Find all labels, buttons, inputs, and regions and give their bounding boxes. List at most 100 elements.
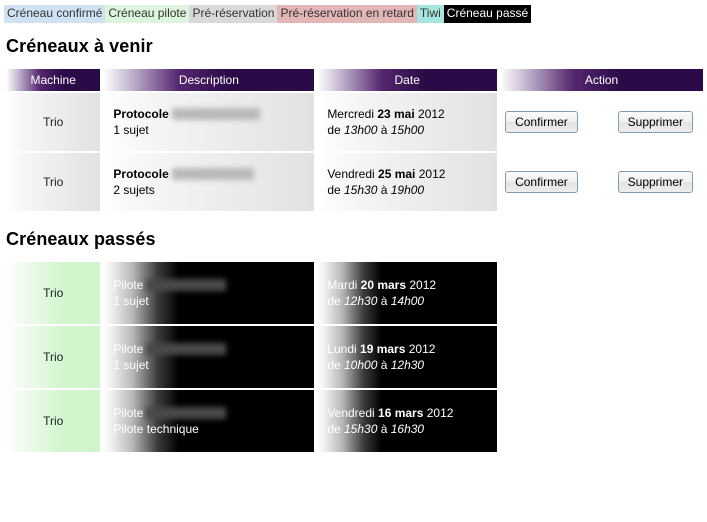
time-separator: à xyxy=(377,358,391,372)
description-title-line: Pilote xyxy=(113,405,304,421)
description-title-line: Protocole xyxy=(113,166,304,182)
date-year: 2012 xyxy=(406,278,437,292)
description-subject-count: 1 sujet xyxy=(113,358,149,372)
date-weekday: Lundi xyxy=(327,342,361,356)
time-end: 12h30 xyxy=(390,358,425,372)
description-subject-count: 1 sujet xyxy=(113,294,149,308)
cell-action: Confirmer Supprimer xyxy=(500,153,703,211)
cell-description: Pilote Pilote technique xyxy=(103,390,315,452)
date-line: Mercredi 23 mai 2012 xyxy=(327,106,487,122)
description-label: Protocole xyxy=(113,167,169,181)
confirm-button[interactable]: Confirmer xyxy=(505,171,578,193)
time-start: 10h00 xyxy=(344,358,378,372)
redacted-name-bar xyxy=(171,167,254,180)
time-range-line: de 15h30 à 16h30 xyxy=(327,421,487,437)
cell-date: Mercredi 23 mai 2012 de 13h00 à 15h00 xyxy=(317,93,498,151)
date-daymonth: 25 mai xyxy=(378,167,416,181)
date-weekday: Mardi xyxy=(327,278,361,292)
date-line: Vendredi 25 mai 2012 xyxy=(327,166,487,182)
past-slots-table: Trio Pilote 1 sujet Mardi 20 mars 2012 de 12… xyxy=(3,260,706,454)
legend-item-5: Créneau passé xyxy=(443,5,532,23)
legend-item-1: Créneau pilote xyxy=(105,5,190,23)
time-end: 19h00 xyxy=(390,183,425,197)
date-year: 2012 xyxy=(415,167,446,181)
column-header-date: Date xyxy=(317,69,498,91)
time-start: 12h30 xyxy=(344,294,378,308)
date-line: Mardi 20 mars 2012 xyxy=(327,277,487,293)
column-header-description: Description xyxy=(103,69,315,91)
redacted-name-bar xyxy=(146,342,227,355)
description-subject-count: 2 sujets xyxy=(113,183,155,197)
cell-description: Pilote 1 sujet xyxy=(103,326,315,388)
column-header-machine: Machine xyxy=(6,69,101,91)
cell-description: Protocole 1 sujet xyxy=(103,93,315,151)
description-title-line: Protocole xyxy=(113,106,304,122)
description-title-line: Pilote xyxy=(113,341,304,357)
description-subject-count: 1 sujet xyxy=(113,123,149,137)
description-label: Protocole xyxy=(113,107,169,121)
description-label: Pilote xyxy=(113,406,144,420)
date-weekday: Vendredi xyxy=(327,406,379,420)
time-prefix: de xyxy=(327,183,344,197)
cell-machine: Trio xyxy=(6,390,101,452)
time-start: 15h30 xyxy=(344,183,378,197)
action-buttons: Confirmer Supprimer xyxy=(500,153,703,211)
time-start: 13h00 xyxy=(344,123,378,137)
time-prefix: de xyxy=(327,123,344,137)
table-row: Trio Protocole 2 sujets Vendredi 25 mai 201… xyxy=(6,153,703,211)
date-daymonth: 23 mai xyxy=(377,107,415,121)
cell-machine: Trio xyxy=(6,326,101,388)
date-year: 2012 xyxy=(405,342,436,356)
description-label: Pilote xyxy=(113,342,144,356)
cell-date: Vendredi 25 mai 2012 de 15h30 à 19h00 xyxy=(317,153,498,211)
time-range-line: de 13h00 à 15h00 xyxy=(327,122,487,138)
redacted-name-bar xyxy=(171,107,260,120)
status-legend: Créneau confirmé Créneau pilote Pré-réserv… xyxy=(0,0,707,23)
table-row: Trio Pilote 1 sujet Lundi 19 mars 2012 de 10… xyxy=(6,326,703,388)
legend-item-3: Pré-réservation en retard xyxy=(277,5,417,23)
cell-date: Mardi 20 mars 2012 de 12h30 à 14h00 xyxy=(317,262,498,324)
cell-date: Lundi 19 mars 2012 de 10h00 à 12h30 xyxy=(317,326,498,388)
delete-button[interactable]: Supprimer xyxy=(617,171,693,193)
time-prefix: de xyxy=(327,358,344,372)
date-line: Vendredi 16 mars 2012 xyxy=(327,405,487,421)
upcoming-rows-body: Trio Protocole 1 sujet Mercredi 23 mai 2012… xyxy=(6,93,703,211)
delete-button[interactable]: Supprimer xyxy=(617,111,693,133)
upcoming-slots-table: Machine Description Date Action Trio Prot… xyxy=(3,67,706,213)
legend-item-4: Tiwi xyxy=(416,5,444,23)
page-title-past: Créneaux passés xyxy=(6,229,156,249)
date-weekday: Vendredi xyxy=(327,167,379,181)
description-subject-count: Pilote technique xyxy=(113,422,199,436)
column-header-action: Action xyxy=(500,69,703,91)
time-end: 15h00 xyxy=(390,123,425,137)
date-weekday: Mercredi xyxy=(327,107,378,121)
cell-machine: Trio xyxy=(6,153,101,211)
date-daymonth: 19 mars xyxy=(360,342,406,356)
date-line: Lundi 19 mars 2012 xyxy=(327,341,487,357)
description-label: Pilote xyxy=(113,278,144,292)
time-range-line: de 12h30 à 14h00 xyxy=(327,293,487,309)
action-buttons: Confirmer Supprimer xyxy=(500,93,703,151)
date-daymonth: 20 mars xyxy=(360,278,407,292)
time-range-line: de 10h00 à 12h30 xyxy=(327,357,487,373)
cell-machine: Trio xyxy=(6,93,101,151)
time-prefix: de xyxy=(327,422,344,436)
time-prefix: de xyxy=(327,294,344,308)
date-year: 2012 xyxy=(423,406,454,420)
redacted-name-bar xyxy=(146,278,227,291)
past-rows-body: Trio Pilote 1 sujet Mardi 20 mars 2012 de 12… xyxy=(6,262,703,452)
legend-item-2: Pré-réservation xyxy=(189,5,278,23)
time-separator: à xyxy=(377,183,391,197)
table-row: Trio Pilote Pilote technique Vendredi 16 ma… xyxy=(6,390,703,452)
time-end: 14h00 xyxy=(390,294,425,308)
table-row: Trio Protocole 1 sujet Mercredi 23 mai 2012… xyxy=(6,93,703,151)
time-range-line: de 15h30 à 19h00 xyxy=(327,182,487,198)
confirm-button[interactable]: Confirmer xyxy=(505,111,578,133)
date-daymonth: 16 mars xyxy=(378,406,424,420)
time-separator: à xyxy=(377,123,391,137)
legend-item-0: Créneau confirmé xyxy=(4,5,106,23)
time-separator: à xyxy=(377,422,391,436)
page-title-upcoming: Créneaux à venir xyxy=(6,36,153,56)
table-header-row: Machine Description Date Action xyxy=(6,69,703,91)
description-title-line: Pilote xyxy=(113,277,304,293)
